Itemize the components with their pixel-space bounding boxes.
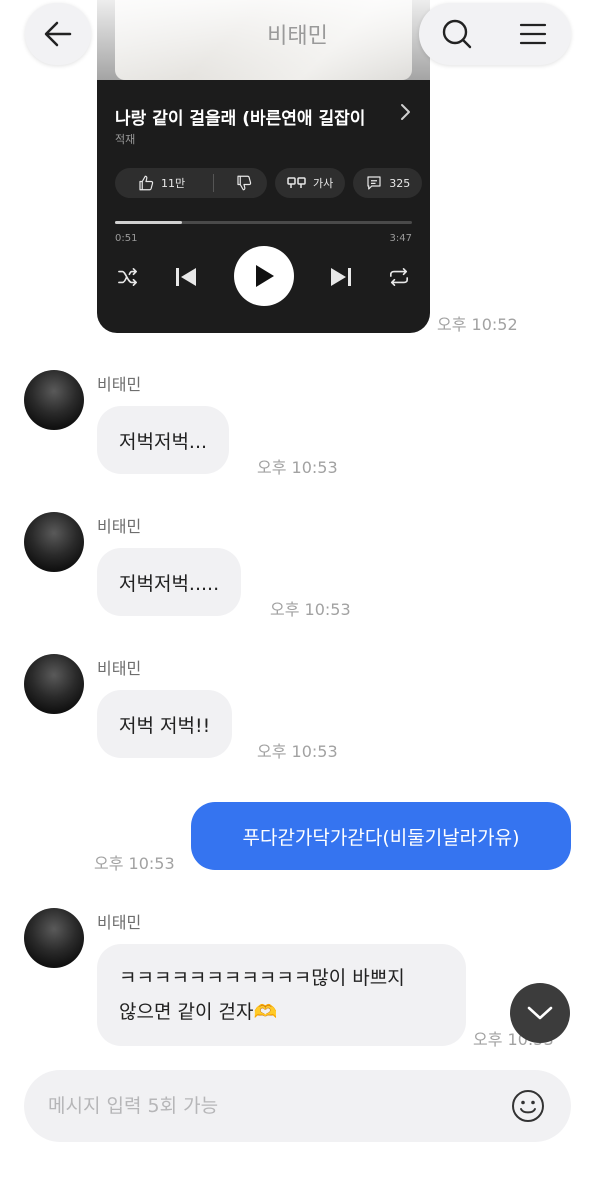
skip-next-icon [331, 268, 351, 286]
total-time: 3:47 [389, 233, 412, 244]
like-count: 11만 [160, 177, 186, 190]
menu-button[interactable] [495, 3, 571, 65]
chevron-right-icon[interactable] [395, 100, 415, 124]
lyrics-icon [287, 177, 306, 188]
previous-button[interactable] [171, 250, 201, 304]
chevron-down-icon [527, 1006, 553, 1020]
avatar[interactable] [24, 908, 84, 968]
message-line: ㅋㅋㅋㅋㅋㅋㅋㅋㅋㅋㅋ많이 바쁘지 [119, 967, 405, 989]
outgoing-message-bubble[interactable]: 푸다갇가닥가갇다(비둘기날라가유) [191, 802, 571, 870]
message-timestamp: 오후 10:53 [270, 600, 351, 619]
lyrics-label: 가사 [313, 177, 334, 190]
message-input[interactable] [48, 1070, 508, 1142]
progress-bar[interactable] [115, 221, 412, 224]
message-timestamp: 오후 10:52 [437, 315, 518, 334]
action-row: 11만 가사 325 [115, 168, 430, 198]
progress-fill [115, 221, 182, 224]
shuffle-button[interactable] [115, 250, 141, 304]
message-bubble[interactable]: ㅋㅋㅋㅋㅋㅋㅋㅋㅋㅋㅋ많이 바쁘지 않으면 같이 걷자🫶 [97, 944, 466, 1046]
message-timestamp: 오후 10:53 [94, 854, 175, 873]
message-timestamp: 오후 10:53 [257, 742, 338, 761]
play-icon [256, 265, 274, 287]
message-input-bar [24, 1070, 571, 1142]
next-button[interactable] [326, 250, 356, 304]
skip-previous-icon [176, 268, 196, 286]
thumbs-down-icon [236, 175, 251, 191]
message-timestamp: 오후 10:53 [257, 458, 338, 477]
repeat-button[interactable] [386, 250, 412, 304]
comment-icon [367, 176, 381, 190]
like-button[interactable]: 11만 [115, 168, 207, 198]
shuffle-icon [118, 268, 137, 286]
play-button[interactable] [234, 246, 294, 306]
search-icon [442, 19, 472, 49]
like-dislike-chip: 11만 [115, 168, 267, 198]
header-actions [419, 3, 571, 65]
search-button[interactable] [419, 3, 495, 65]
current-time: 0:51 [115, 233, 138, 244]
avatar[interactable] [24, 654, 84, 714]
avatar[interactable] [24, 370, 84, 430]
message-bubble[interactable]: 저벅 저벅!! [97, 690, 233, 758]
song-artist: 적재 [115, 133, 136, 146]
sender-name: 비태민 [97, 659, 142, 678]
lyrics-button[interactable]: 가사 [275, 168, 346, 198]
scroll-to-bottom-button[interactable] [510, 983, 570, 1043]
message-line: 않으면 같이 걷자🫶 [119, 1001, 278, 1023]
sender-name: 비태민 [97, 517, 142, 536]
hamburger-menu-icon [519, 23, 547, 45]
emoji-button[interactable] [510, 1088, 546, 1124]
chat-header: 비태민 [0, 0, 595, 80]
smiley-icon [512, 1090, 544, 1122]
song-title[interactable]: 나랑 같이 걸을래 (바른연애 길잡이 [115, 104, 365, 129]
avatar[interactable] [24, 512, 84, 572]
message-bubble[interactable]: 저벅저벅..... [97, 548, 242, 616]
thumbs-up-icon [139, 175, 154, 191]
dislike-button[interactable] [220, 168, 267, 198]
comment-count: 325 [389, 176, 411, 190]
divider [213, 174, 215, 192]
message-bubble[interactable]: 저벅저벅... [97, 406, 230, 474]
sender-name: 비태민 [97, 375, 142, 394]
comments-button[interactable]: 325 [353, 168, 423, 198]
sender-name: 비태민 [97, 913, 142, 932]
repeat-icon [390, 268, 408, 286]
